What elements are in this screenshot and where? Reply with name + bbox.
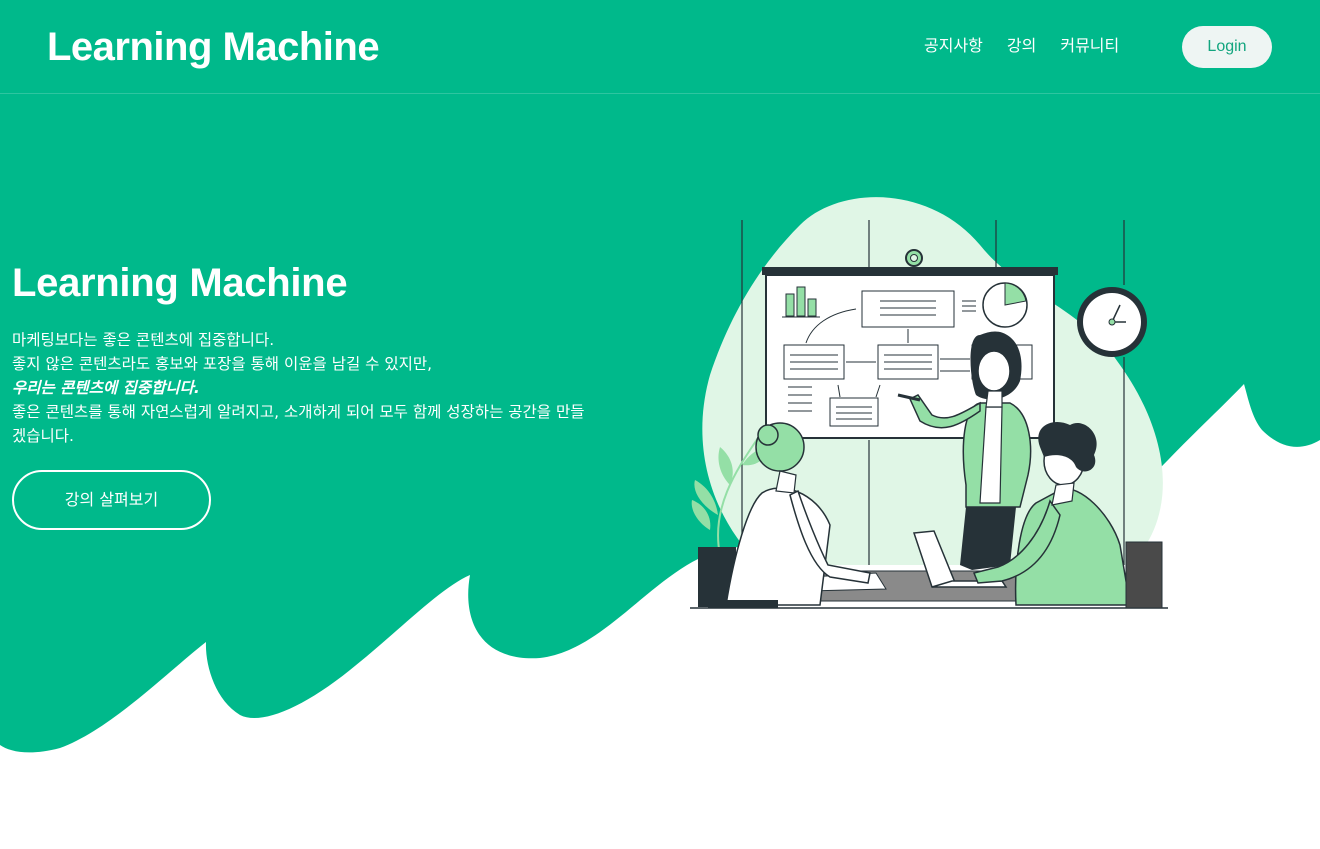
wall-clock-icon bbox=[1077, 287, 1147, 357]
hero-description: 마케팅보다는 좋은 콘텐츠에 집중합니다. 좋지 않은 콘텐츠라도 홍보와 포장… bbox=[12, 328, 652, 448]
login-button[interactable]: Login bbox=[1182, 26, 1272, 68]
hero-line: 마케팅보다는 좋은 콘텐츠에 집중합니다. bbox=[12, 331, 275, 349]
team-meeting-illustration bbox=[690, 197, 1168, 609]
hero-line: 좋은 콘텐츠를 통해 자연스럽게 알려지고, 소개하게 되어 모두 함께 성장하… bbox=[12, 403, 585, 421]
nav-item-lectures[interactable]: 강의 bbox=[1007, 34, 1036, 58]
site-logo[interactable]: Learning Machine bbox=[47, 22, 380, 72]
nav-item-community[interactable]: 커뮤니티 bbox=[1060, 34, 1119, 58]
hero-title: Learning Machine bbox=[12, 261, 348, 305]
site-header: Learning Machine 공지사항 강의 커뮤니티 Login bbox=[0, 0, 1320, 94]
hero-line: 좋지 않은 콘텐츠라도 홍보와 포장을 통해 이윤을 남길 수 있지만, bbox=[12, 355, 433, 373]
hero-section: Learning Machine 마케팅보다는 좋은 콘텐츠에 집중합니다. 좋… bbox=[12, 258, 652, 530]
nav-item-notice[interactable]: 공지사항 bbox=[924, 34, 983, 58]
browse-lectures-button[interactable]: 강의 살펴보기 bbox=[12, 470, 211, 530]
main-nav: 공지사항 강의 커뮤니티 bbox=[924, 34, 1143, 58]
hero-line-emphasis: 우리는 콘텐츠에 집중합니다. bbox=[12, 379, 200, 397]
hero-line: 겠습니다. bbox=[12, 427, 74, 445]
